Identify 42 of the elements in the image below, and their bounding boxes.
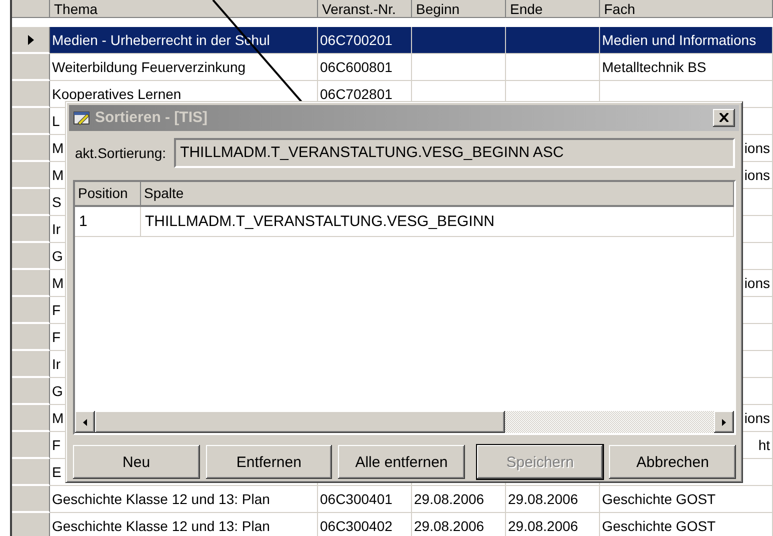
dialog-button[interactable]: Abbrechen [609,445,736,479]
app-icon [73,110,91,126]
table-cell: 06C300401 [318,486,412,513]
table-cell: THILLMADM.T_VERANSTALTUNG.VESG_BEGINN [141,206,734,237]
sort-label: akt.Sortierung: [75,144,166,161]
column-header[interactable]: Thema [50,0,318,18]
column-header[interactable]: Fach [600,0,773,18]
table-cell: 1 [75,206,141,237]
column-header[interactable]: Spalte [141,182,734,207]
close-icon [719,113,729,122]
column-header[interactable]: Ende [506,0,600,18]
row-header[interactable] [12,27,50,54]
table-cell: 29.08.2006 [412,486,506,513]
table-cell: 29.08.2006 [506,513,600,536]
table-cell: Weiterbildung Feuerverzinkung [50,54,318,81]
left-arrow-icon [83,418,87,426]
horizontal-scrollbar[interactable] [75,411,734,433]
dialog-button[interactable]: Alle entfernen [338,445,465,479]
dialog-title: Sortieren - [TIS] [95,109,209,126]
column-header[interactable]: Position [75,182,141,207]
scroll-right-button[interactable] [714,411,734,433]
scrollbar-thumb[interactable] [95,411,505,433]
table-cell: Geschichte Klasse 12 und 13: Plan [50,513,318,536]
right-arrow-icon [722,418,726,426]
dialog-button[interactable]: Entfernen [206,445,332,479]
dialog-button[interactable]: Neu [73,445,200,479]
scroll-left-button[interactable] [75,411,95,433]
table-cell: 29.08.2006 [506,486,600,513]
table-cell: 29.08.2006 [412,513,506,536]
table-cell: Geschichte GOST [600,513,773,536]
table-cell: 06C600801 [318,54,412,81]
sort-field: THILLMADM.T_VERANSTALTUNG.VESG_BEGINN ASC [174,138,735,168]
table-cell: Medien - Urheberrecht in der Schul [50,27,318,54]
column-header[interactable]: Beginn [412,0,506,18]
table-cell: Metalltechnik BS [600,54,773,81]
header-corner [12,0,50,18]
table-cell: Geschichte GOST [600,486,773,513]
column-header[interactable]: Veranst.-Nr. [318,0,412,18]
table-cell: 06C700201 [318,27,412,54]
table-cell: 06C300402 [318,513,412,536]
table-cell: Geschichte Klasse 12 und 13: Plan [50,486,318,513]
table-cell: Medien und Informations [600,27,773,54]
